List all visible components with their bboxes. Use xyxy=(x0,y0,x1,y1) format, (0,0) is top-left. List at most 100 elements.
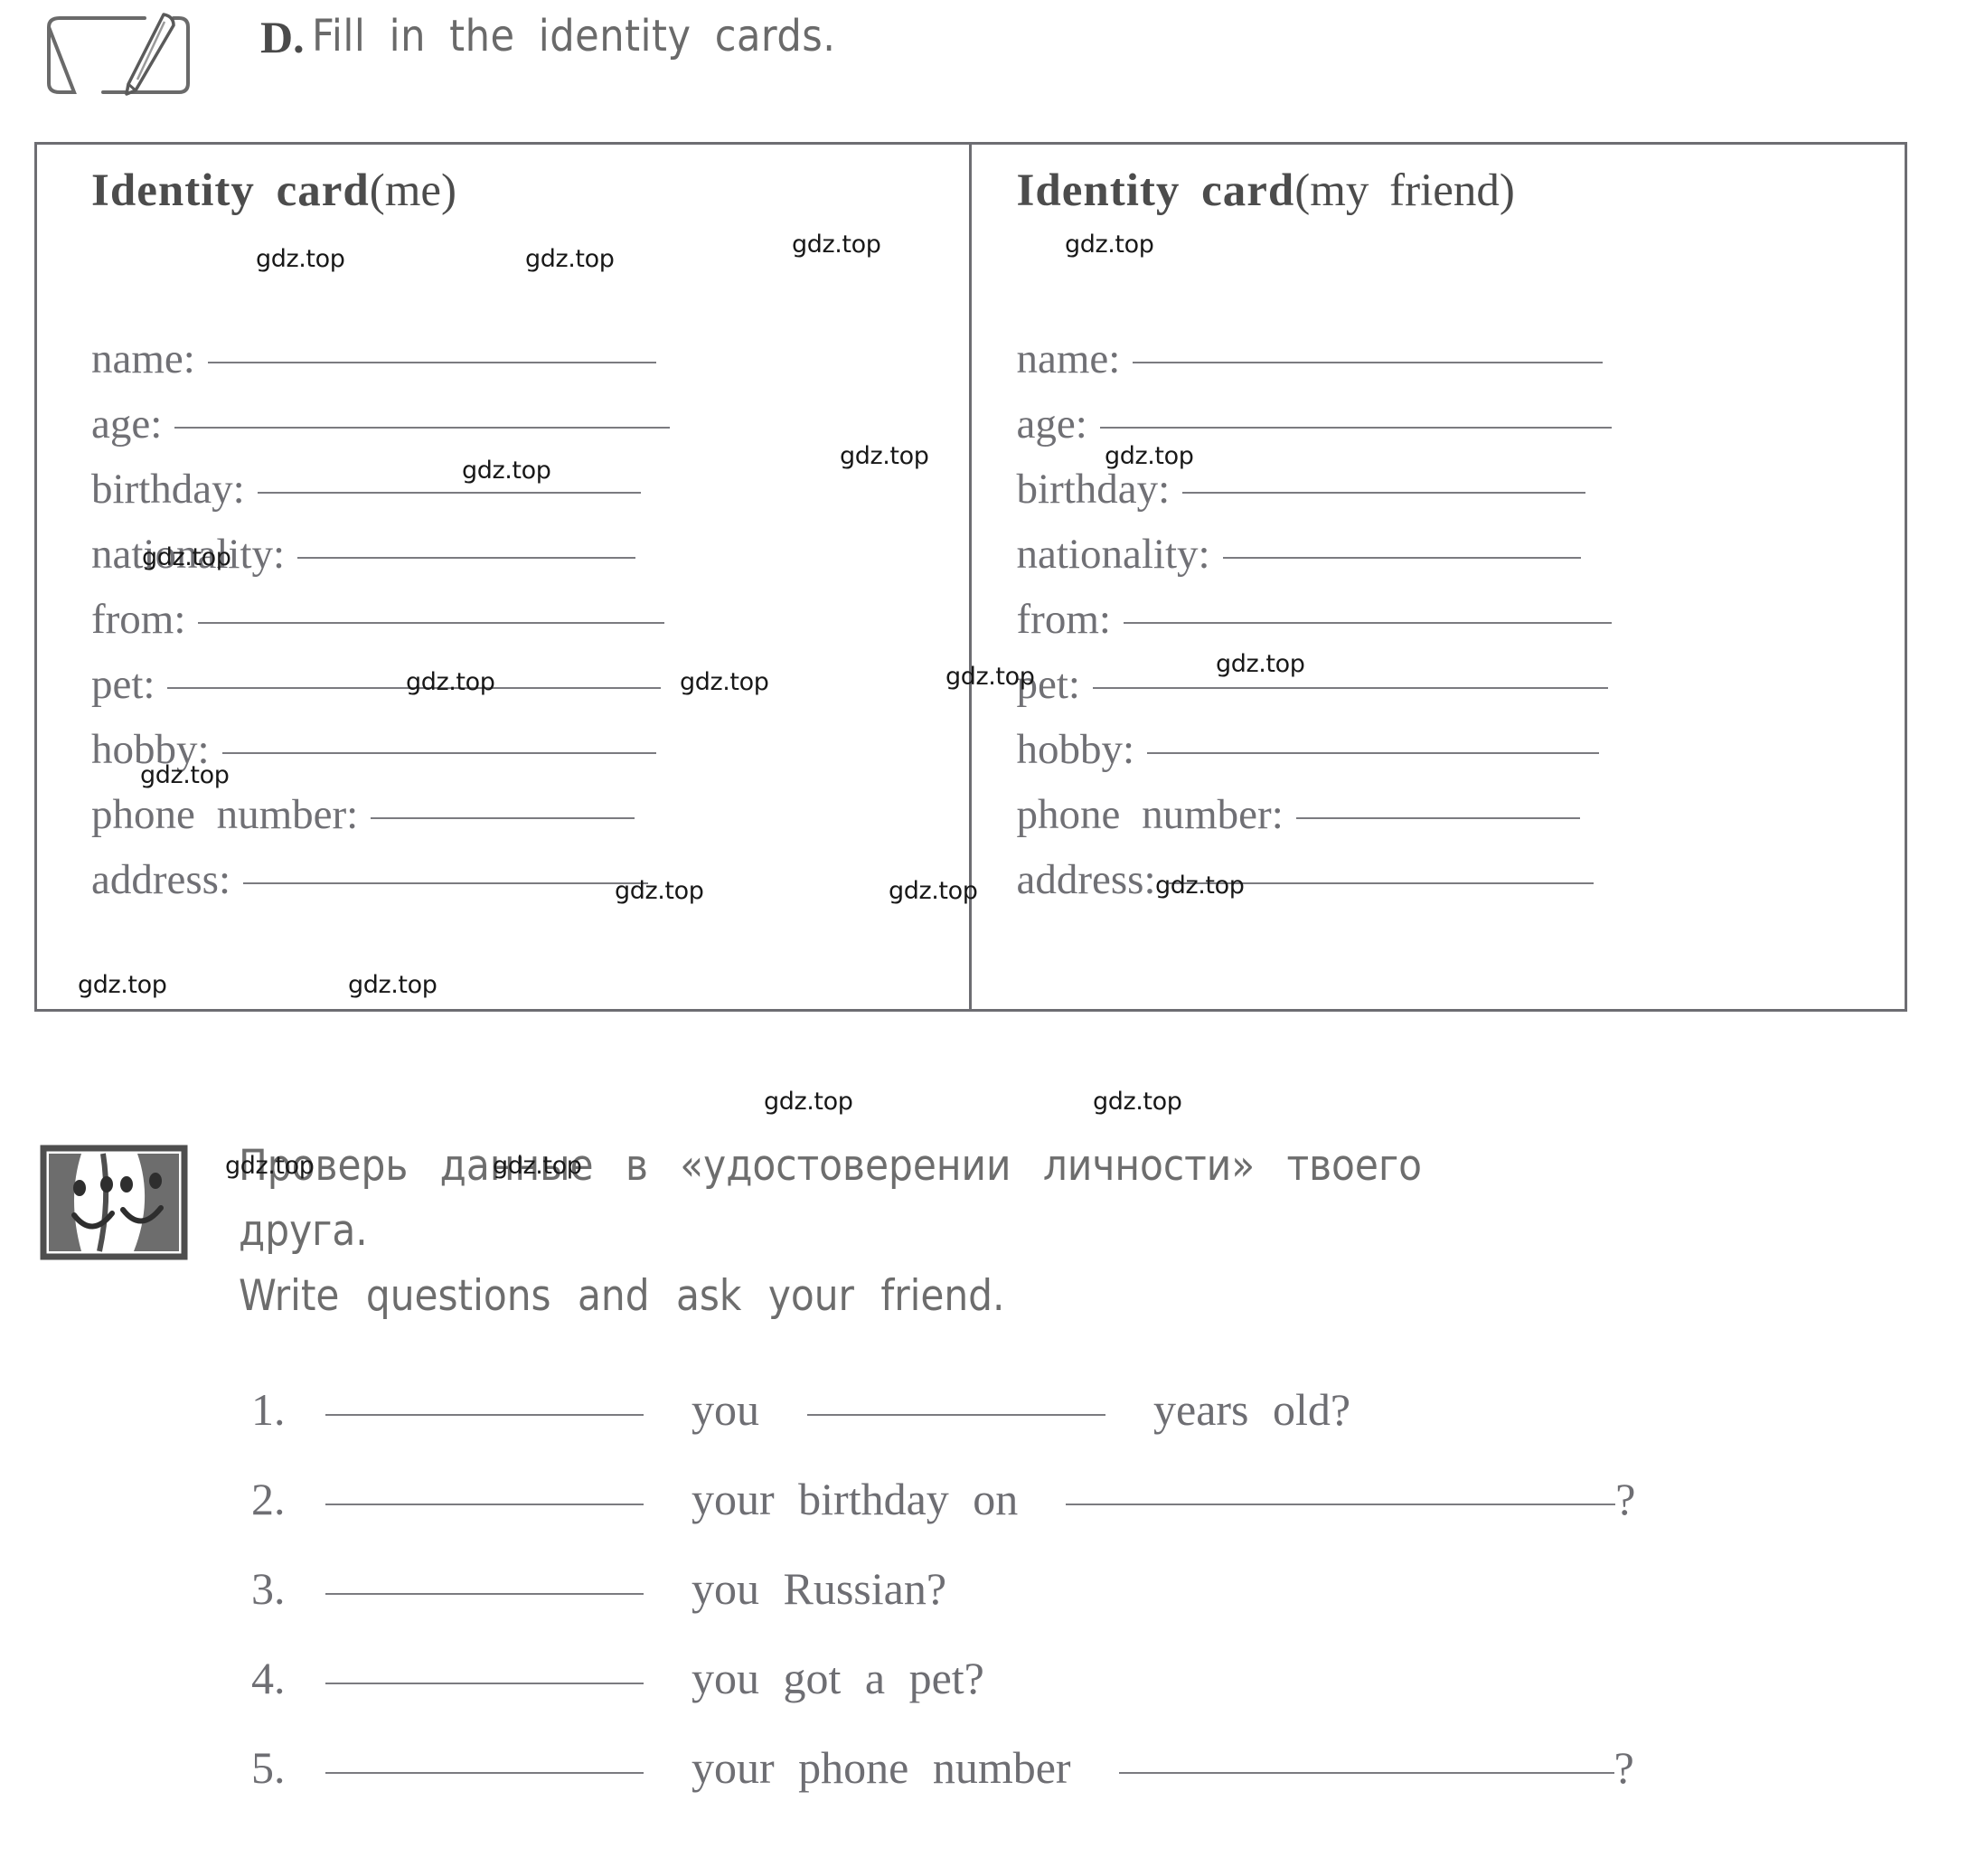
identity-card-friend-title-paren: (my friend) xyxy=(1294,165,1515,216)
friend-field-label-pet: pet: xyxy=(1016,661,1080,708)
field-label-phone-number: phone number: xyxy=(91,791,359,838)
friend-field-row-address[interactable]: address: xyxy=(972,855,1950,904)
question-body-2[interactable]: your birthday on ? xyxy=(325,1473,1635,1525)
question-row-5[interactable]: 5. your phone number ? xyxy=(0,1741,1985,1819)
question-blank-1a[interactable] xyxy=(325,1414,644,1416)
field-row-age[interactable]: age: xyxy=(37,400,1023,448)
question-number-5: 5. xyxy=(251,1742,286,1793)
field-input-from[interactable] xyxy=(198,622,665,624)
task-d-header: D. Fill in the identity cards. xyxy=(0,0,1985,108)
question-endmark-5: ? xyxy=(1613,1742,1634,1793)
instruction-russian-line-2: друга. xyxy=(239,1206,368,1256)
question-number-3: 3. xyxy=(251,1563,286,1614)
field-row-nationality[interactable]: nationality: xyxy=(37,530,1023,579)
friend-field-row-age[interactable]: age: xyxy=(972,400,1950,448)
friend-field-label-phone-number: phone number: xyxy=(1016,791,1284,838)
friend-field-row-hobby[interactable]: hobby: xyxy=(972,725,1950,774)
friend-field-row-pet[interactable]: pet: xyxy=(972,660,1950,709)
question-blank-1b[interactable] xyxy=(807,1414,1105,1416)
field-input-nationality[interactable] xyxy=(297,557,636,559)
field-row-hobby[interactable]: hobby: xyxy=(37,725,1023,774)
field-label-pet: pet: xyxy=(91,661,155,708)
question-blank-2b[interactable] xyxy=(1066,1504,1616,1505)
field-input-phone-number[interactable] xyxy=(371,817,635,819)
task-letter: D. xyxy=(260,12,305,62)
field-row-phone-number[interactable]: phone number: xyxy=(37,790,1023,839)
friend-field-label-hobby: hobby: xyxy=(1016,726,1135,773)
friend-field-label-nationality: nationality: xyxy=(1016,531,1210,578)
field-row-name[interactable]: name: xyxy=(37,335,1023,383)
question-body-3[interactable]: you Russian? xyxy=(325,1562,946,1615)
question-row-1[interactable]: 1. you years old? xyxy=(0,1383,1985,1461)
question-endmark-2: ? xyxy=(1615,1474,1636,1524)
field-label-birthday: birthday: xyxy=(91,466,245,513)
identity-card-friend-title: Identity card(my friend) xyxy=(1017,165,1515,217)
question-row-2[interactable]: 2. your birthday on ? xyxy=(0,1473,1985,1551)
field-row-pet[interactable]: pet: xyxy=(37,660,1023,709)
instruction-russian-line-1: Проверь данные в «удостоверении личности… xyxy=(239,1141,1423,1191)
friend-field-row-name[interactable]: name: xyxy=(972,335,1950,383)
field-label-nationality: nationality: xyxy=(91,531,286,578)
identity-card-friend: Identity card(my friend) name: age: birt… xyxy=(972,145,1905,1009)
field-input-age[interactable] xyxy=(174,427,671,429)
question-text-1: you xyxy=(691,1384,759,1435)
field-label-address: address: xyxy=(91,856,231,903)
question-number-2: 2. xyxy=(251,1474,286,1524)
friend-field-input-phone-number[interactable] xyxy=(1295,817,1580,819)
question-body-5[interactable]: your phone number ? xyxy=(325,1741,1634,1794)
identity-card-me-title-paren: (me) xyxy=(369,165,457,216)
question-body-1[interactable]: you years old? xyxy=(325,1383,1350,1436)
field-input-hobby[interactable] xyxy=(221,752,656,754)
friend-field-label-from: from: xyxy=(1016,596,1111,643)
question-blank-3a[interactable] xyxy=(325,1593,644,1595)
watermark: gdz.top xyxy=(1093,1088,1182,1116)
question-row-4[interactable]: 4. you got a pet? xyxy=(0,1652,1985,1730)
field-input-birthday[interactable] xyxy=(257,492,641,494)
pencil-writing-icon xyxy=(38,13,190,98)
task-instruction: Fill in the identity cards. xyxy=(312,11,836,61)
question-text-5: your phone number xyxy=(691,1742,1071,1793)
field-row-address[interactable]: address: xyxy=(37,855,1023,904)
field-input-pet[interactable] xyxy=(167,687,662,689)
question-text-3: you Russian? xyxy=(691,1563,947,1614)
field-input-address[interactable] xyxy=(243,882,649,884)
field-row-from[interactable]: from: xyxy=(37,595,1023,644)
friend-field-row-phone-number[interactable]: phone number: xyxy=(972,790,1950,839)
field-label-from: from: xyxy=(91,596,186,643)
friend-field-label-age: age: xyxy=(1016,401,1087,448)
friend-field-input-from[interactable] xyxy=(1123,622,1612,624)
field-input-name[interactable] xyxy=(207,362,656,363)
question-blank-5b[interactable] xyxy=(1118,1772,1614,1774)
friend-field-label-birthday: birthday: xyxy=(1016,466,1171,513)
question-row-3[interactable]: 3. you Russian? xyxy=(0,1562,1985,1640)
identity-cards-table: Identity card(me) name: age: birthday: n… xyxy=(34,142,1907,1012)
friend-field-input-pet[interactable] xyxy=(1093,687,1608,689)
field-label-age: age: xyxy=(91,401,163,448)
question-body-4[interactable]: you got a pet? xyxy=(325,1652,984,1704)
identity-card-friend-title-main: Identity card xyxy=(1016,165,1295,216)
field-row-birthday[interactable]: birthday: xyxy=(37,465,1023,514)
friend-field-input-birthday[interactable] xyxy=(1182,492,1586,494)
question-blank-4a[interactable] xyxy=(325,1683,644,1684)
identity-card-me-title: Identity card(me) xyxy=(91,165,456,217)
field-label-hobby: hobby: xyxy=(91,726,210,773)
friend-field-input-address[interactable] xyxy=(1168,882,1594,884)
two-faces-icon xyxy=(40,1145,188,1260)
identity-card-me-title-main: Identity card xyxy=(91,165,370,216)
question-text-4: you got a pet? xyxy=(691,1653,984,1703)
friend-field-row-birthday[interactable]: birthday: xyxy=(972,465,1950,514)
question-text-2: your birthday on xyxy=(691,1474,1019,1524)
friend-field-input-age[interactable] xyxy=(1099,427,1612,429)
friend-field-input-name[interactable] xyxy=(1133,362,1604,363)
friend-field-input-nationality[interactable] xyxy=(1222,557,1581,559)
instruction-english-line: Write questions and ask your friend. xyxy=(239,1271,1005,1321)
friend-field-input-hobby[interactable] xyxy=(1147,752,1600,754)
question-blank-5a[interactable] xyxy=(325,1772,644,1774)
friend-field-row-nationality[interactable]: nationality: xyxy=(972,530,1950,579)
friend-field-label-address: address: xyxy=(1016,856,1156,903)
question-number-1: 1. xyxy=(251,1384,286,1435)
friend-field-row-from[interactable]: from: xyxy=(972,595,1950,644)
watermark: gdz.top xyxy=(764,1088,853,1116)
question-number-4: 4. xyxy=(251,1653,286,1703)
question-blank-2a[interactable] xyxy=(325,1504,644,1505)
